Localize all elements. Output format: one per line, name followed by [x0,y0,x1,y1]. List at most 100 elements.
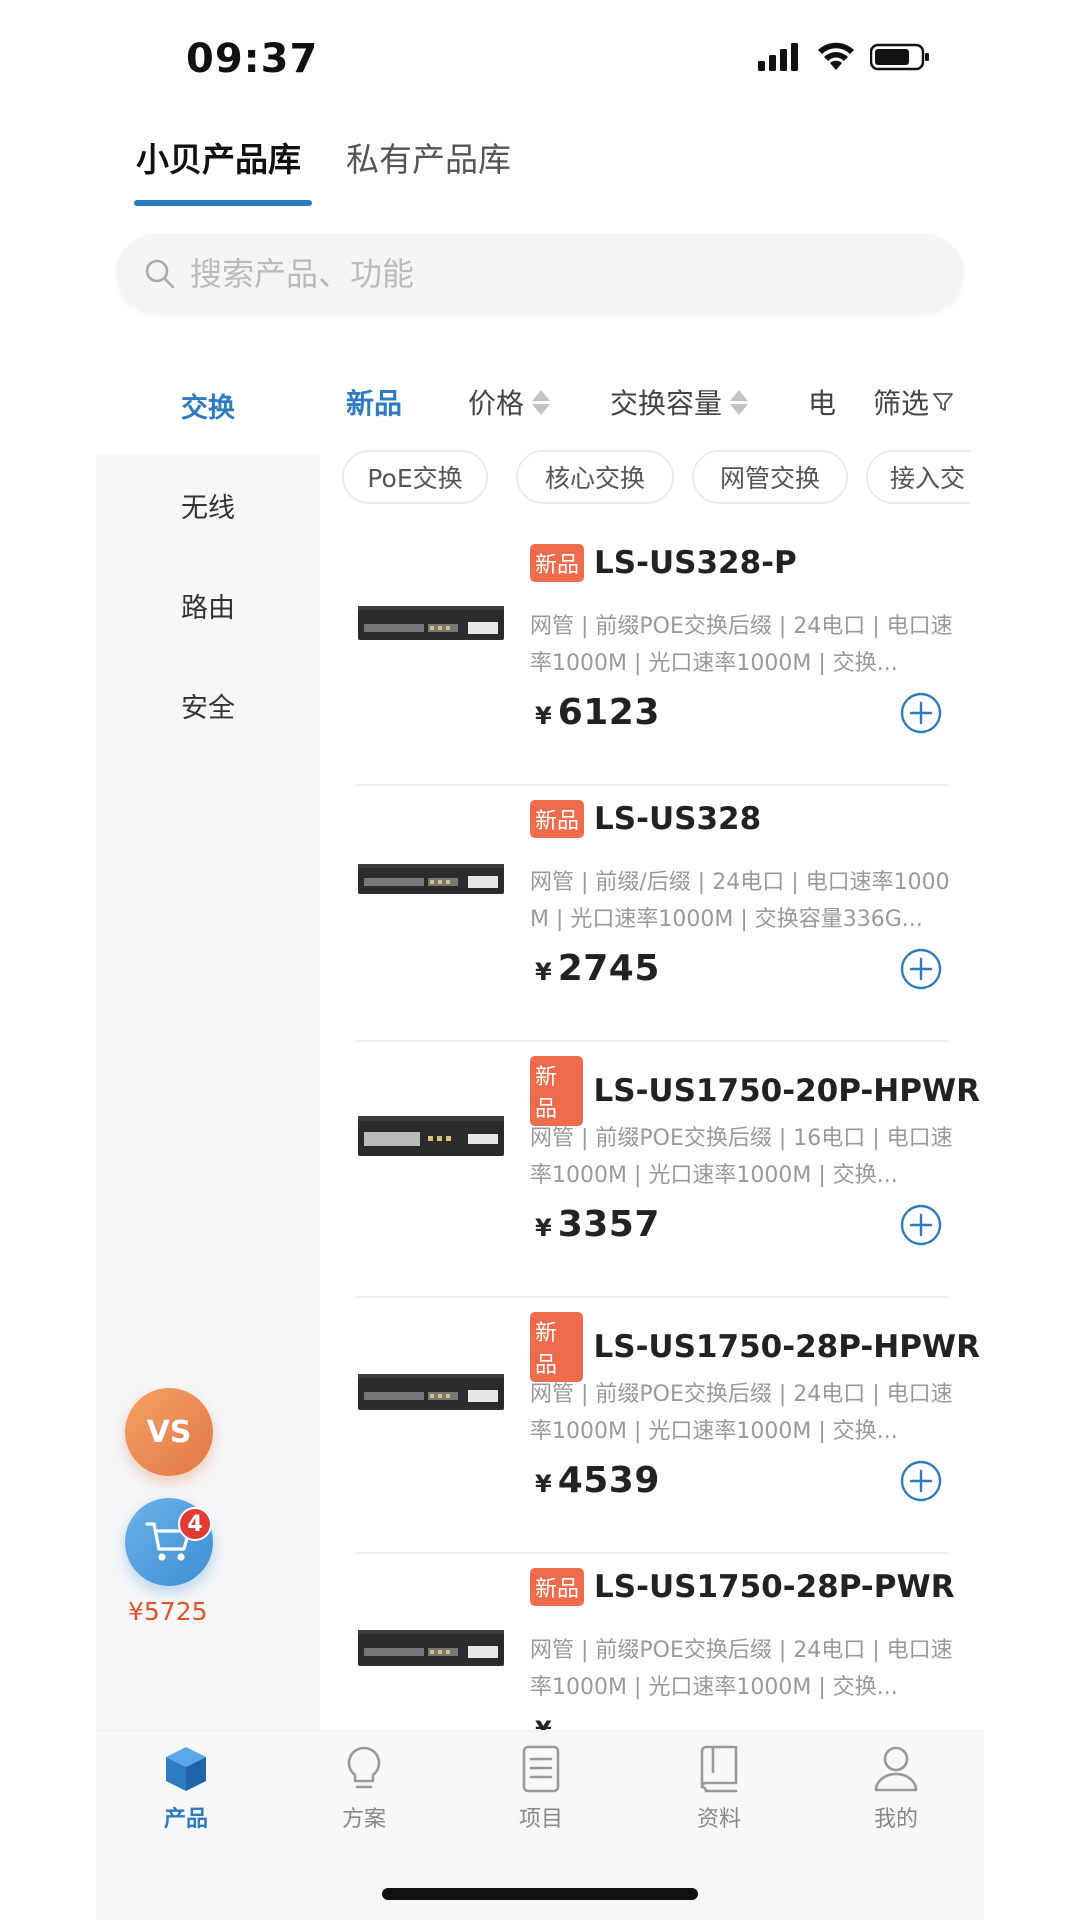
status-time: 09:37 [186,36,319,82]
product-title-row: 新品 LS-US1750-20P-HPWR [530,1056,980,1126]
chip-core-switching[interactable]: 核心交换 [516,450,674,504]
product-specs: 网管 | 前缀POE交换后缀 | 24电口 | 电口速率1000M | 光口速率… [530,614,953,676]
filter-label: 筛选 [873,387,930,420]
battery-icon [870,43,929,71]
product-price: ¥ 6123 [535,692,660,733]
sort-switching-capacity-label: 交换容量 [610,387,723,420]
product-price: ¥ 3357 [535,1204,660,1245]
cart-total-price: ¥5725 [128,1597,208,1626]
search-icon [145,259,175,289]
nav-products-label: 产品 [163,1807,208,1832]
switch-product-image [358,1116,504,1156]
cart-count-badge: 4 [178,1507,212,1541]
product-name: LS-US1750-28P-HPWR [593,1329,980,1365]
new-badge: 新品 [530,1056,584,1126]
document-list-icon [522,1745,560,1793]
wifi-icon [818,42,854,70]
sort-new-label: 新品 [346,387,403,420]
currency-symbol: ¥ [535,958,552,986]
chip-access-switching[interactable]: 接入交 [866,450,970,504]
product-name: LS-US1750-28P-PWR [594,1569,955,1605]
lightbulb-icon [347,1746,381,1789]
new-badge: 新品 [530,1568,585,1606]
switch-product-image [358,864,504,894]
product-title-row: 新品 LS-US328 [530,800,761,838]
currency-symbol: ¥ [535,1716,552,1730]
sort-electric[interactable]: 电 [808,382,836,422]
book-icon [700,1745,738,1793]
tab-private-library[interactable]: 私有产品库 [346,133,511,181]
currency-symbol: ¥ [535,702,552,730]
product-specs: 网管 | 前缀POE交换后缀 | 24电口 | 电口速率1000M | 光口速率… [530,1638,953,1700]
product-price: ¥ 4539 [535,1460,660,1501]
add-to-cart-plus-icon[interactable] [900,692,942,734]
new-badge: 新品 [530,1312,584,1382]
price-value: 4539 [557,1460,660,1501]
product-card[interactable]: 新品 LS-US1750-28P-PWR 网管 | 前缀POE交换后缀 | 24… [320,1554,980,1730]
product-price: ¥ [535,1716,558,1730]
filter-funnel-icon [933,393,953,411]
product-name: LS-US328 [594,801,762,837]
status-icons [758,42,930,72]
sidebar-item-routing[interactable]: 路由 [96,555,320,655]
search-bar[interactable] [116,234,964,314]
product-title-row: 新品 LS-US328-P [530,544,797,582]
product-title-row: 新品 LS-US1750-28P-HPWR [530,1312,980,1382]
sidebar-item-wireless[interactable]: 无线 [96,455,320,555]
chip-poe-switching[interactable]: PoE交换 [342,450,488,504]
nav-products[interactable]: 产品 [126,1743,246,1833]
tab-xiaobei-library[interactable]: 小贝产品库 [136,133,301,181]
compare-vs-button[interactable]: VS [125,1388,213,1476]
add-to-cart-plus-icon[interactable] [900,948,942,990]
user-icon [874,1746,918,1792]
sort-arrows-icon [730,389,749,415]
nav-projects[interactable]: 项目 [481,1743,601,1833]
nav-mine-label: 我的 [873,1807,918,1832]
product-list: 新品 LS-US328-P 网管 | 前缀POE交换后缀 | 24电口 | 电口… [320,530,980,1730]
sort-price-label: 价格 [468,387,525,420]
nav-resources[interactable]: 资料 [659,1743,779,1833]
product-card[interactable]: 新品 LS-US328-P 网管 | 前缀POE交换后缀 | 24电口 | 电口… [320,530,980,786]
product-specs: 网管 | 前缀POE交换后缀 | 16电口 | 电口速率1000M | 光口速率… [530,1126,953,1188]
sort-price[interactable]: 价格 [468,382,551,422]
status-bar: 09:37 [0,0,1080,110]
sidebar-item-switching[interactable]: 交换 [96,355,320,455]
nav-resources-label: 资料 [696,1807,741,1832]
product-card[interactable]: 新品 LS-US1750-20P-HPWR 网管 | 前缀POE交换后缀 | 1… [320,1042,980,1298]
switch-product-image [358,606,504,640]
new-badge: 新品 [530,544,585,582]
switch-product-image [358,1374,504,1410]
add-to-cart-plus-icon[interactable] [900,1460,942,1502]
sort-new[interactable]: 新品 [346,382,402,422]
search-input[interactable] [190,255,910,293]
sort-electric-label: 电 [808,387,837,420]
product-card[interactable]: 新品 LS-US1750-28P-HPWR 网管 | 前缀POE交换后缀 | 2… [320,1298,980,1554]
product-specs: 网管 | 前缀POE交换后缀 | 24电口 | 电口速率1000M | 光口速率… [530,1382,953,1444]
home-indicator[interactable] [382,1888,698,1900]
filter-button[interactable]: 筛选 [865,382,955,422]
sort-bar: 新品 价格 交换容量 电 筛选 [320,370,980,430]
cellular-signal-icon [758,43,798,71]
cube-icon [166,1747,206,1791]
product-price: ¥ 2745 [535,948,660,989]
currency-symbol: ¥ [535,1214,552,1242]
price-value: 6123 [557,692,660,733]
nav-projects-label: 项目 [518,1807,563,1832]
nav-solutions[interactable]: 方案 [304,1743,424,1833]
sidebar-item-security[interactable]: 安全 [96,655,320,755]
product-name: LS-US1750-20P-HPWR [593,1073,980,1109]
price-value: 2745 [557,948,660,989]
category-chips: PoE交换 核心交换 网管交换 接入交 [342,450,970,510]
nav-mine[interactable]: 我的 [836,1743,956,1833]
sort-switching-capacity[interactable]: 交换容量 [610,382,749,422]
price-value: 3357 [557,1204,660,1245]
sort-arrows-icon [532,389,551,415]
add-to-cart-plus-icon[interactable] [900,1204,942,1246]
app-screen: 09:37 小贝产品库 私有产品库 搜索产品、功能 交换 无线 路由 安全 新品… [0,0,1080,1920]
nav-solutions-label: 方案 [341,1807,386,1832]
new-badge: 新品 [530,800,585,838]
product-card[interactable]: 新品 LS-US328 网管 | 前缀/后缀 | 24电口 | 电口速率1000… [320,786,980,1042]
chip-managed-switching[interactable]: 网管交换 [692,450,848,504]
library-tabs: 小贝产品库 私有产品库 [96,125,976,210]
product-specs: 网管 | 前缀/后缀 | 24电口 | 电口速率1000M | 光口速率1000… [530,870,950,932]
